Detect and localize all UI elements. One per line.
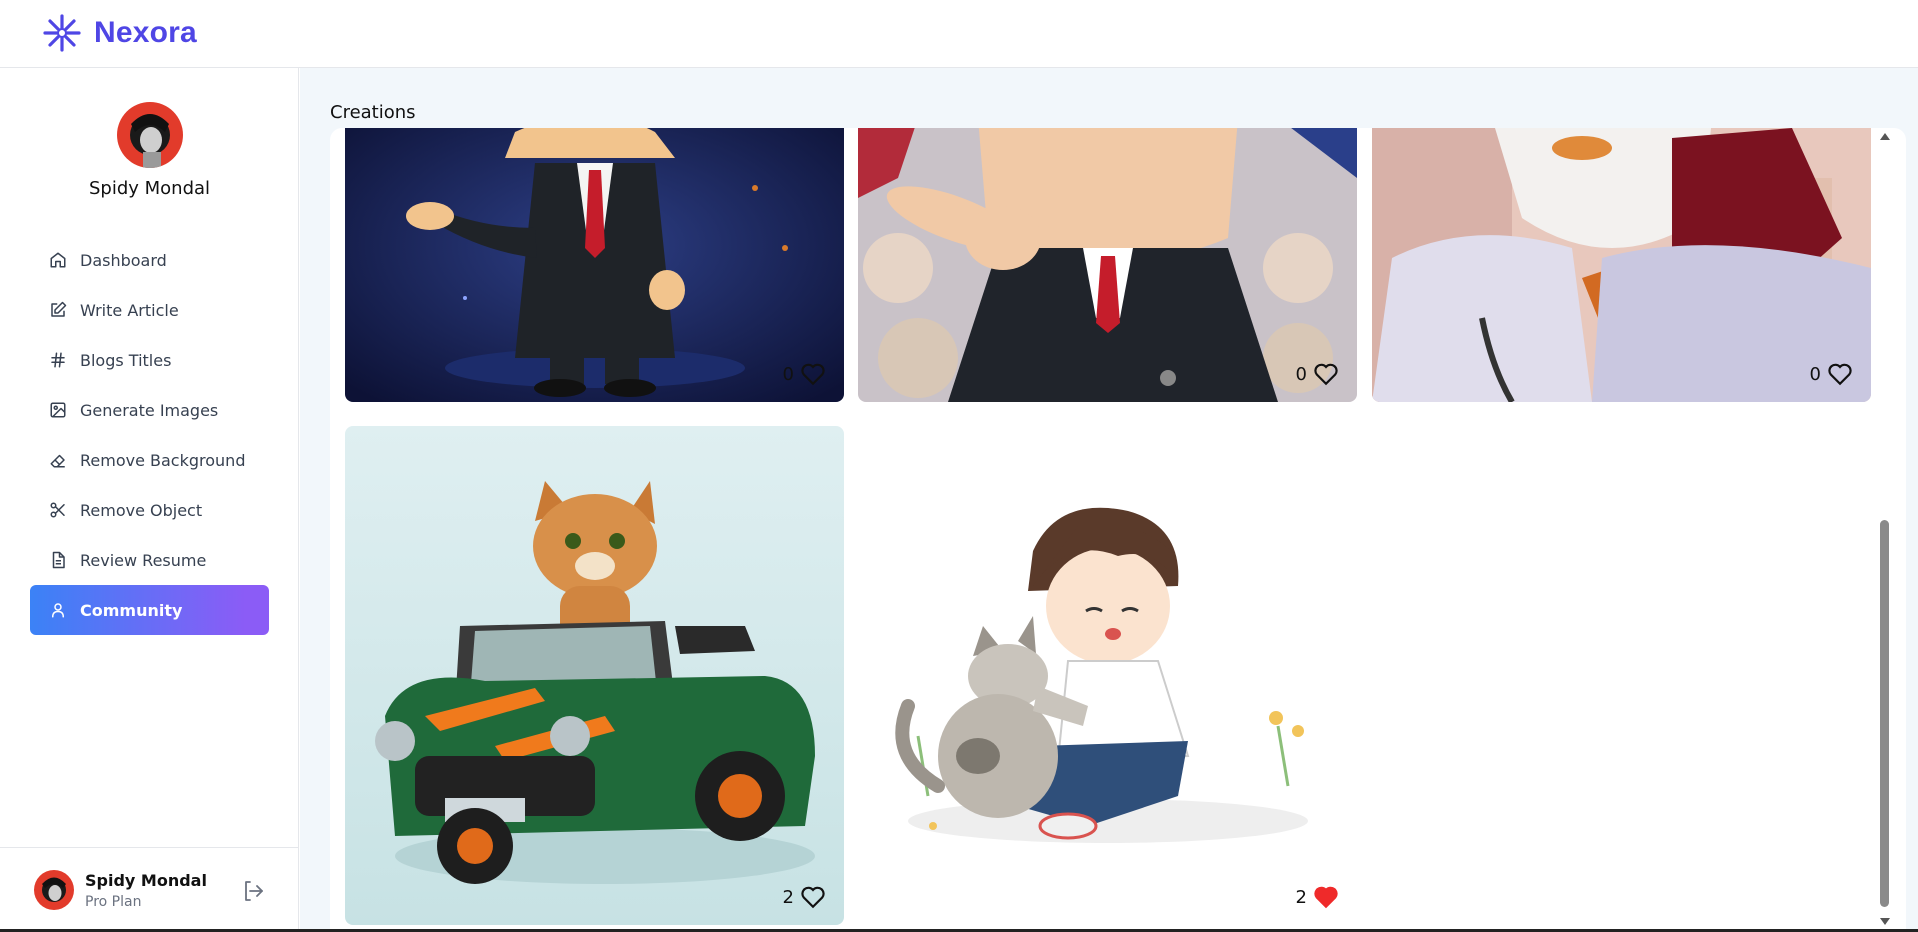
hash-icon — [48, 350, 68, 370]
user-name: Spidy Mondal — [85, 871, 207, 890]
profile-name: Spidy Mondal — [88, 178, 211, 199]
like-control: 2 — [783, 885, 826, 909]
app-logo[interactable]: Nexora — [38, 13, 197, 53]
app-name: Nexora — [94, 16, 197, 49]
creation-image — [858, 426, 1357, 925]
like-count: 2 — [1295, 886, 1307, 908]
sidebar-item-remove-object[interactable]: Remove Object — [30, 485, 269, 535]
scissors-icon — [48, 500, 68, 520]
current-user-card: Spidy Mondal Pro Plan — [0, 847, 299, 932]
creation-card[interactable]: 0 — [1372, 128, 1871, 402]
creations-grid[interactable]: 0 0 0 2 2 — [330, 128, 1906, 932]
sidebar-item-label: Dashboard — [80, 250, 167, 270]
sidebar-item-review-resume[interactable]: Review Resume — [30, 535, 269, 585]
profile-summary: Spidy Mondal — [0, 102, 299, 199]
scroll-down-arrow-icon[interactable] — [1880, 918, 1890, 925]
sidebar-item-label: Blogs Titles — [80, 350, 172, 370]
sidebar-item-remove-background[interactable]: Remove Background — [30, 435, 269, 485]
creation-card[interactable]: 0 — [345, 128, 844, 402]
page-title: Creations — [330, 102, 416, 123]
sidebar-item-write-article[interactable]: Write Article — [30, 285, 269, 335]
creation-card[interactable]: 2 — [345, 426, 844, 925]
sidebar-nav: Dashboard Write Article Blogs Titles Gen… — [30, 235, 269, 635]
avatar[interactable] — [116, 102, 183, 168]
sidebar-item-dashboard[interactable]: Dashboard — [30, 235, 269, 285]
sidebar-item-label: Remove Object — [80, 500, 203, 520]
like-control: 0 — [1810, 362, 1853, 386]
like-count: 0 — [782, 363, 794, 385]
logout-icon[interactable] — [241, 879, 265, 903]
creation-image — [345, 128, 844, 402]
like-control: 0 — [783, 362, 826, 386]
creation-image — [345, 426, 844, 925]
sidebar-item-label: Review Resume — [80, 550, 207, 570]
sidebar: Spidy Mondal Dashboard Write Article Blo… — [0, 68, 299, 932]
like-count: 0 — [1295, 363, 1307, 385]
main-content: Creations 0 0 0 2 2 — [300, 68, 1918, 932]
creation-image — [858, 128, 1357, 402]
sidebar-item-label: Write Article — [80, 300, 179, 320]
top-header: Nexora — [0, 0, 1918, 68]
scrollbar-thumb[interactable] — [1880, 520, 1889, 907]
user-icon — [48, 600, 68, 620]
sidebar-item-label: Community — [80, 600, 183, 620]
logo-star-icon — [43, 14, 81, 52]
sidebar-item-blogs-titles[interactable]: Blogs Titles — [30, 335, 269, 385]
image-icon — [48, 400, 68, 420]
sidebar-item-label: Remove Background — [80, 450, 246, 470]
creation-card[interactable]: 2 — [858, 426, 1357, 925]
like-control: 2 — [1296, 885, 1339, 909]
heart-icon[interactable] — [800, 362, 826, 386]
heart-icon[interactable] — [1313, 362, 1339, 386]
heart-icon[interactable] — [1313, 885, 1339, 909]
sidebar-item-label: Generate Images — [80, 400, 219, 420]
file-text-icon — [48, 550, 68, 570]
heart-icon[interactable] — [1827, 362, 1853, 386]
avatar[interactable] — [34, 870, 74, 910]
sidebar-item-generate-images[interactable]: Generate Images — [30, 385, 269, 435]
sidebar-item-community[interactable]: Community — [30, 585, 269, 635]
home-icon — [48, 250, 68, 270]
vertical-scrollbar[interactable] — [1878, 128, 1892, 932]
like-count: 2 — [782, 886, 794, 908]
creation-image — [1372, 128, 1871, 402]
like-count: 0 — [1809, 363, 1821, 385]
edit-icon — [48, 300, 68, 320]
like-control: 0 — [1296, 362, 1339, 386]
creation-card[interactable]: 0 — [858, 128, 1357, 402]
user-plan: Pro Plan — [85, 894, 142, 910]
scroll-up-arrow-icon[interactable] — [1880, 133, 1890, 140]
eraser-icon — [48, 450, 68, 470]
heart-icon[interactable] — [800, 885, 826, 909]
